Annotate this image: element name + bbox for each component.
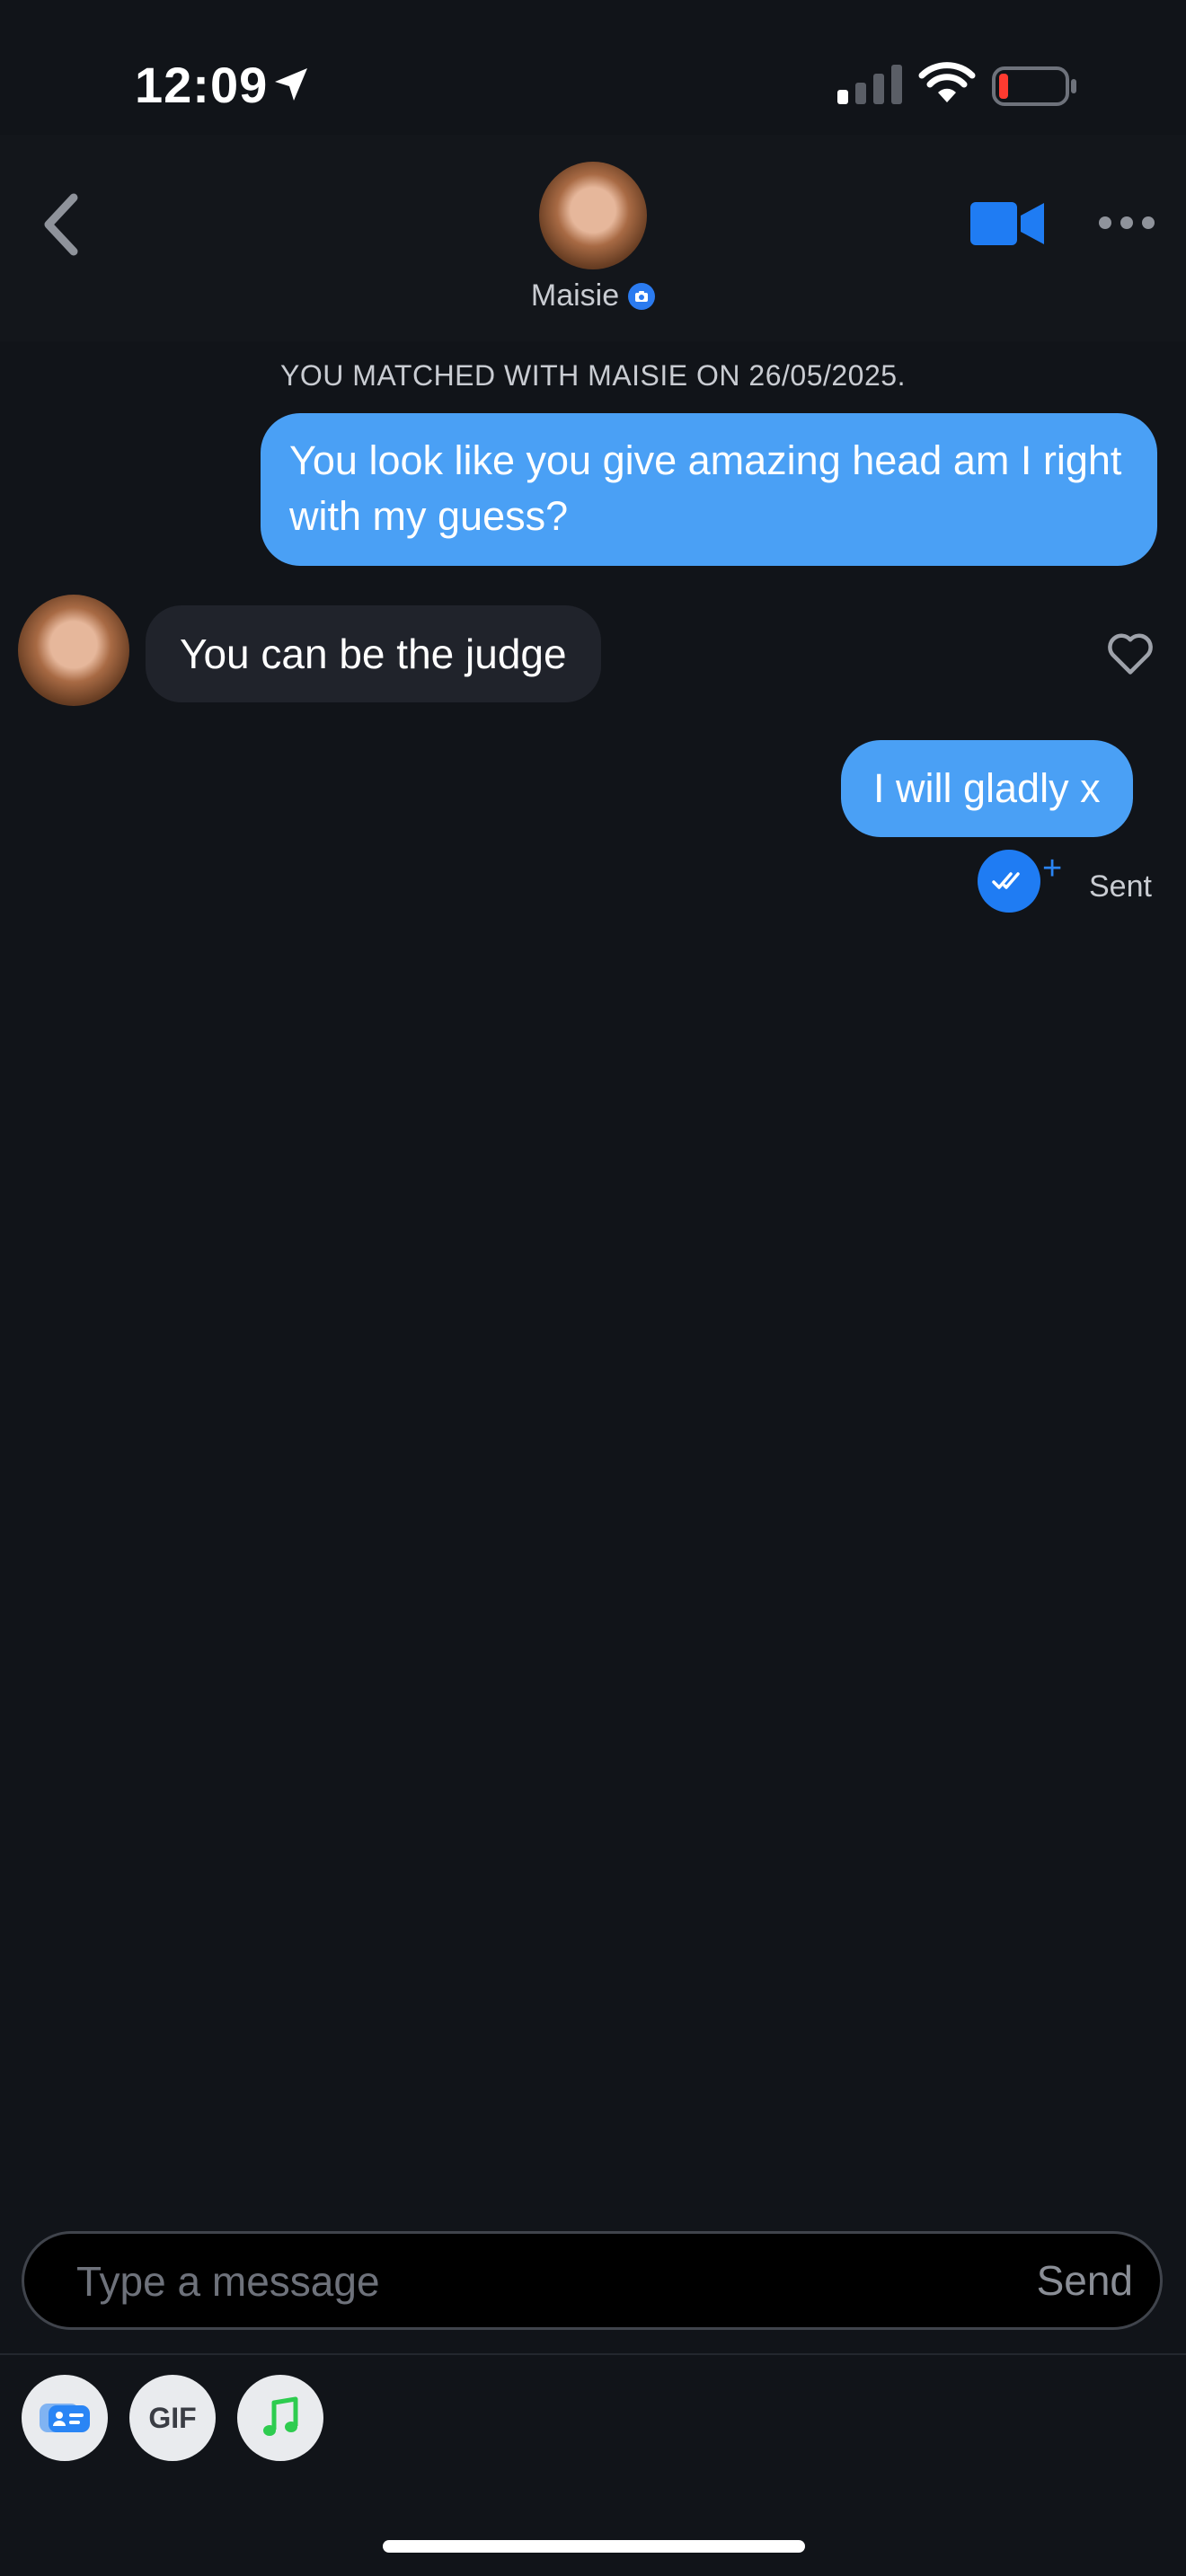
divider [0, 2353, 1186, 2355]
video-call-icon[interactable] [970, 199, 1046, 248]
message-input[interactable] [75, 2234, 977, 2329]
outgoing-message[interactable]: You look like you give amazing head am I… [261, 413, 1157, 566]
outgoing-message[interactable]: I will gladly x [841, 740, 1133, 837]
location-arrow-icon [275, 68, 307, 101]
status-time: 12:09 [135, 57, 269, 113]
sender-avatar[interactable] [18, 595, 129, 706]
battery-low-icon [992, 66, 1076, 106]
profile-card-icon[interactable] [22, 2375, 108, 2461]
incoming-message[interactable]: You can be the judge [146, 605, 601, 702]
home-indicator [383, 2540, 805, 2553]
cellular-signal-icon [837, 65, 902, 104]
music-note-icon[interactable] [237, 2375, 323, 2461]
heart-icon[interactable] [1103, 625, 1157, 679]
verified-badge-icon [628, 282, 656, 310]
send-button[interactable]: Send [1037, 2234, 1133, 2327]
gif-button[interactable]: GIF [129, 2375, 216, 2461]
avatar[interactable] [539, 162, 647, 269]
match-name: Maisie [530, 278, 620, 313]
back-chevron-icon[interactable] [34, 190, 88, 259]
header-name-row[interactable]: Maisie [0, 278, 1186, 313]
wifi-icon [918, 62, 976, 102]
message-status: Sent [1089, 869, 1152, 904]
message-composer: Send [22, 2231, 1163, 2330]
plus-icon[interactable]: + [1042, 851, 1062, 886]
more-options-icon[interactable] [1096, 208, 1157, 237]
match-banner: YOU MATCHED WITH MAISIE ON 26/05/2025. [280, 359, 906, 392]
read-receipt-icon[interactable] [978, 850, 1040, 913]
